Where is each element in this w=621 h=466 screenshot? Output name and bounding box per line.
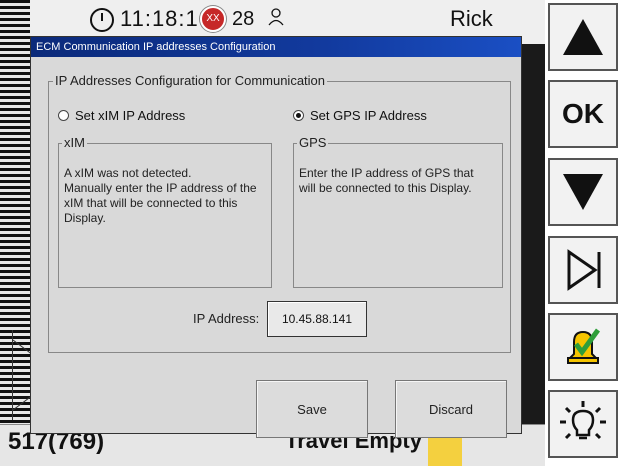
radio-gps-indicator[interactable]: [293, 110, 304, 121]
ip-config-dialog: ECM Communication IP addresses Configura…: [30, 36, 522, 438]
alarm-acknowledge-button[interactable]: [548, 313, 618, 381]
dialog-title: ECM Communication IP addresses Configura…: [36, 41, 276, 53]
side-button-panel: OK: [545, 0, 621, 466]
gps-line-2: will be connected to this Display.: [299, 181, 472, 195]
radio-xim-label: Set xIM IP Address: [75, 108, 186, 123]
gps-group: GPS Enter the IP address of GPS that wil…: [293, 135, 503, 288]
xim-line-2: Manually enter the IP address of the: [64, 181, 257, 195]
up-button[interactable]: [548, 3, 618, 71]
up-arrow-icon: [563, 19, 603, 55]
radio-set-gps[interactable]: Set GPS IP Address: [293, 108, 427, 123]
bell-check-icon: [567, 328, 601, 364]
time-text: 11:18:18: [120, 6, 213, 31]
radio-xim-indicator[interactable]: [58, 110, 69, 121]
down-arrow-icon: [563, 174, 603, 210]
dialog-titlebar: ECM Communication IP addresses Configura…: [31, 37, 521, 57]
alarm-icon: XX: [200, 6, 226, 32]
radio-set-xim[interactable]: Set xIM IP Address: [58, 108, 185, 123]
radio-gps-label: Set GPS IP Address: [310, 108, 427, 123]
xim-line-4: Display.: [64, 211, 106, 225]
ok-button-label: OK: [562, 98, 604, 129]
gps-line-1: Enter the IP address of GPS that: [299, 166, 474, 180]
save-button[interactable]: Save: [256, 380, 368, 438]
xim-description: A xIM was not detected. Manually enter t…: [64, 166, 257, 226]
group-title: IP Addresses Configuration for Communica…: [53, 73, 328, 88]
person-icon: [268, 8, 284, 26]
xim-line-3: xIM that will be connected to this: [64, 196, 238, 210]
xim-group-title: xIM: [62, 135, 87, 150]
clock-display: 11:18:18: [90, 6, 213, 33]
gps-description: Enter the IP address of GPS that will be…: [299, 166, 474, 196]
light-icon: [560, 401, 606, 440]
ok-button[interactable]: OK: [548, 80, 618, 148]
down-button[interactable]: [548, 158, 618, 226]
dark-panel: [520, 44, 545, 424]
skip-end-icon: [567, 249, 601, 291]
gps-group-title: GPS: [297, 135, 329, 150]
light-button[interactable]: [548, 390, 618, 458]
xim-line-1: A xIM was not detected.: [64, 166, 192, 180]
clock-icon: [90, 8, 114, 33]
alarm-count: 28: [232, 8, 255, 30]
ip-address-label: IP Address:: [193, 311, 260, 326]
xim-group: xIM A xIM was not detected. Manually ent…: [58, 135, 272, 288]
discard-button[interactable]: Discard: [395, 380, 507, 438]
ip-address-field[interactable]: 10.45.88.141: [267, 301, 367, 337]
skip-button[interactable]: [548, 236, 618, 304]
